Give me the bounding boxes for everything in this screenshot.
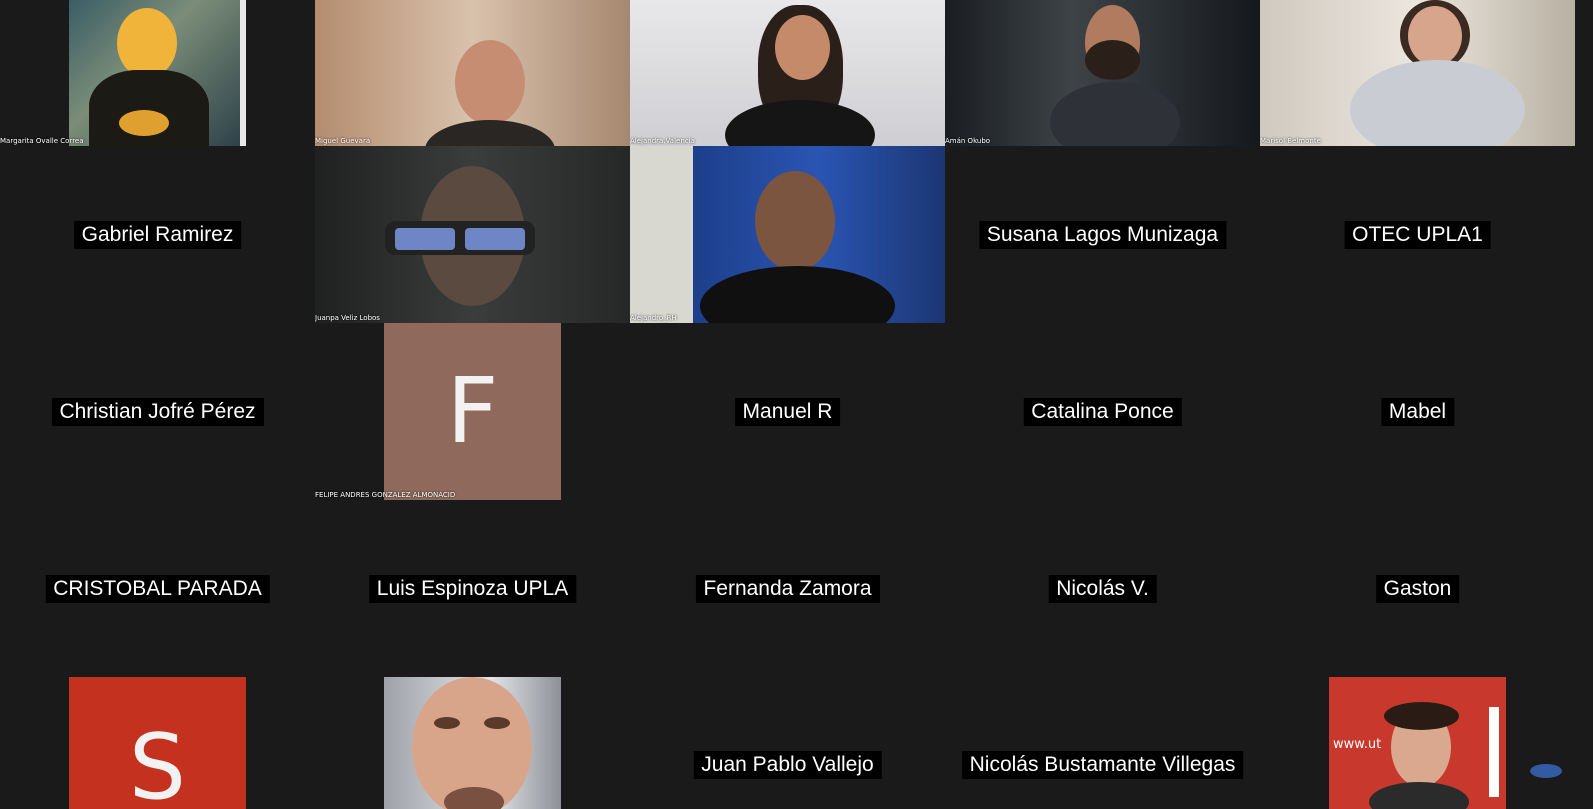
participant-tile[interactable]: OTEC UPLA1 <box>1260 146 1575 323</box>
participant-tile[interactable]: Luis Espinoza UPLA <box>315 500 630 677</box>
participant-tile[interactable]: Alejandro_RH <box>630 146 945 323</box>
participant-tile[interactable]: Catalina Ponce <box>945 323 1260 500</box>
participant-name: FELIPE ANDRES GONZALEZ ALMONACID <box>315 491 456 499</box>
hand-raise-icon <box>1530 764 1562 778</box>
participant-tile[interactable]: Mabel <box>1260 323 1575 500</box>
participant-tile[interactable]: Nicolás Bustamante Villegas <box>945 677 1260 809</box>
participant-name: Fernanda Zamora <box>695 574 880 603</box>
participant-tile[interactable]: S <box>0 677 315 809</box>
avatar-initial: F <box>446 359 499 464</box>
participant-video <box>69 0 246 146</box>
participant-name: Luis Espinoza UPLA <box>368 574 577 603</box>
participant-name: Susana Lagos Munizaga <box>978 220 1227 249</box>
avatar: F <box>384 323 561 500</box>
participant-tile[interactable]: Gabriel Ramirez <box>0 146 315 323</box>
participant-tile[interactable]: CRISTOBAL PARADA <box>0 500 315 677</box>
participant-name: Manuel R <box>734 397 841 426</box>
avatar: S <box>69 677 246 809</box>
participant-tile[interactable]: Margarita Ovalle Correa <box>0 0 315 146</box>
participant-video <box>315 146 630 323</box>
participant-tile[interactable]: Christian Jofré Pérez <box>0 323 315 500</box>
participant-name: Nicolás Bustamante Villegas <box>961 751 1244 779</box>
participant-name: Juan Pablo Vallejo <box>693 751 882 779</box>
participant-video <box>384 677 561 809</box>
participant-tile[interactable]: Juanpa Veliz Lobos <box>315 146 630 323</box>
participant-name: Marisol Belmonte <box>1260 137 1321 145</box>
participant-tile[interactable]: Gaston <box>1260 500 1575 677</box>
participant-video <box>315 0 630 146</box>
logo-text: www.ut <box>1333 737 1382 752</box>
participant-tile[interactable]: Fernanda Zamora <box>630 500 945 677</box>
participant-video: www.ut <box>1329 677 1506 809</box>
participant-name: Alejandra.Valencia <box>630 137 695 145</box>
participant-video <box>1260 0 1575 146</box>
participant-tile[interactable]: Miguel Guevara <box>315 0 630 146</box>
participant-tile[interactable]: Alejandra.Valencia <box>630 0 945 146</box>
participant-video <box>630 0 945 146</box>
participant-name: Juanpa Veliz Lobos <box>315 314 380 322</box>
participant-name: Gaston <box>1375 574 1460 603</box>
participant-tile[interactable]: www.ut <box>1260 677 1575 809</box>
participant-name: CRISTOBAL PARADA <box>45 574 270 603</box>
participant-name: OTEC UPLA1 <box>1344 220 1491 249</box>
participant-tile[interactable]: Marisol Belmonte <box>1260 0 1575 146</box>
participant-name: Amán Okubo <box>945 137 991 145</box>
participant-name: Gabriel Ramirez <box>73 220 242 249</box>
participant-name: Miguel Guevara <box>315 137 371 145</box>
participant-name: Mabel <box>1380 397 1455 426</box>
participant-name: Nicolás V. <box>1048 574 1157 603</box>
participant-tile[interactable]: Amán Okubo <box>945 0 1260 146</box>
avatar-initial: S <box>128 715 187 809</box>
participant-tile[interactable]: Nicolás V. <box>945 500 1260 677</box>
participant-name: Alejandro_RH <box>630 314 677 322</box>
participant-tile[interactable]: Juan Pablo Vallejo <box>630 677 945 809</box>
participant-video <box>945 0 1260 146</box>
participant-video <box>630 146 945 323</box>
participant-tile[interactable] <box>315 677 630 809</box>
participant-name: Margarita Ovalle Correa <box>0 137 84 145</box>
participant-tile[interactable]: F FELIPE ANDRES GONZALEZ ALMONACID <box>315 323 630 500</box>
participant-name: Catalina Ponce <box>1023 397 1182 426</box>
participant-name: Christian Jofré Pérez <box>51 397 264 426</box>
participant-tile[interactable]: Manuel R <box>630 323 945 500</box>
participant-tile[interactable]: Susana Lagos Munizaga <box>945 146 1260 323</box>
